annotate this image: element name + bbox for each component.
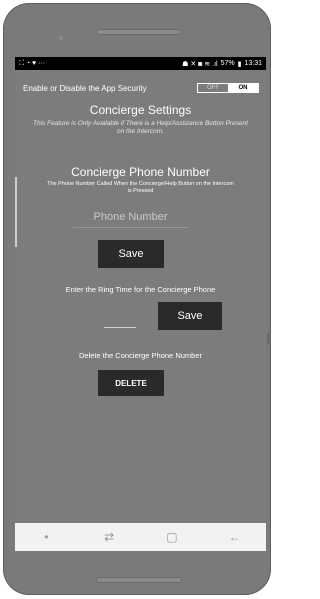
back-icon[interactable]: ← [220, 530, 250, 544]
status-right: ☗ ✕ ◙ ≋ .ıl 57% ▮ 13:31 [182, 60, 262, 68]
toggle-off-option[interactable]: OFF [198, 84, 228, 92]
front-camera [59, 36, 63, 40]
recent-apps-icon[interactable]: ⇄ [94, 530, 124, 544]
navigation-bar: • ⇄ ▢ ← [15, 523, 266, 551]
home-icon[interactable]: ▢ [157, 530, 187, 544]
side-button [267, 333, 271, 345]
status-bar: ⛶ ◔ ♥ ··· ☗ ✕ ◙ ≋ .ıl 57% ▮ 13:31 [15, 57, 266, 70]
toggle-on-option[interactable]: ON [228, 84, 258, 92]
battery-icon: ▮ [237, 60, 242, 68]
battery-level: 57% [220, 60, 235, 67]
delete-label: Delete the Concierge Phone Number [79, 351, 202, 360]
notification-icons: ⛶ ◔ ♥ ··· [19, 59, 46, 67]
dot-icon[interactable]: • [31, 530, 61, 544]
ring-time-input[interactable] [104, 309, 136, 328]
clock: 13:31 [244, 60, 262, 67]
bottom-speaker [96, 577, 182, 583]
app-screen: ⛶ ◔ ♥ ··· ☗ ✕ ◙ ≋ .ıl 57% ▮ 13:31 Enable… [15, 57, 266, 551]
signal-icons: ☗ ✕ ◙ ≋ .ıl [182, 60, 218, 68]
save-ring-time-button[interactable]: Save [158, 302, 222, 330]
security-label: Enable or Disable the App Security [23, 83, 147, 93]
ring-time-label: Enter the Ring Time for the Concierge Ph… [65, 285, 216, 294]
save-phone-button[interactable]: Save [98, 240, 164, 268]
phone-frame: ⛶ ◔ ♥ ··· ☗ ✕ ◙ ≋ .ıl 57% ▮ 13:31 Enable… [3, 3, 271, 595]
concierge-settings-subtitle: This Feature is Only Available if There … [33, 120, 248, 135]
earpiece-speaker [96, 29, 182, 35]
phone-number-description: The Phone Number Called When the Concier… [47, 181, 234, 194]
security-toggle[interactable]: OFF ON [197, 83, 259, 93]
delete-button[interactable]: DELETE [98, 370, 164, 396]
concierge-settings-title: Concierge Settings [89, 103, 192, 117]
phone-number-title: Concierge Phone Number [71, 165, 210, 179]
security-row: Enable or Disable the App Security OFF O… [23, 81, 259, 95]
phone-number-input[interactable] [73, 207, 188, 228]
status-left: ⛶ ◔ ♥ ··· [19, 60, 45, 68]
